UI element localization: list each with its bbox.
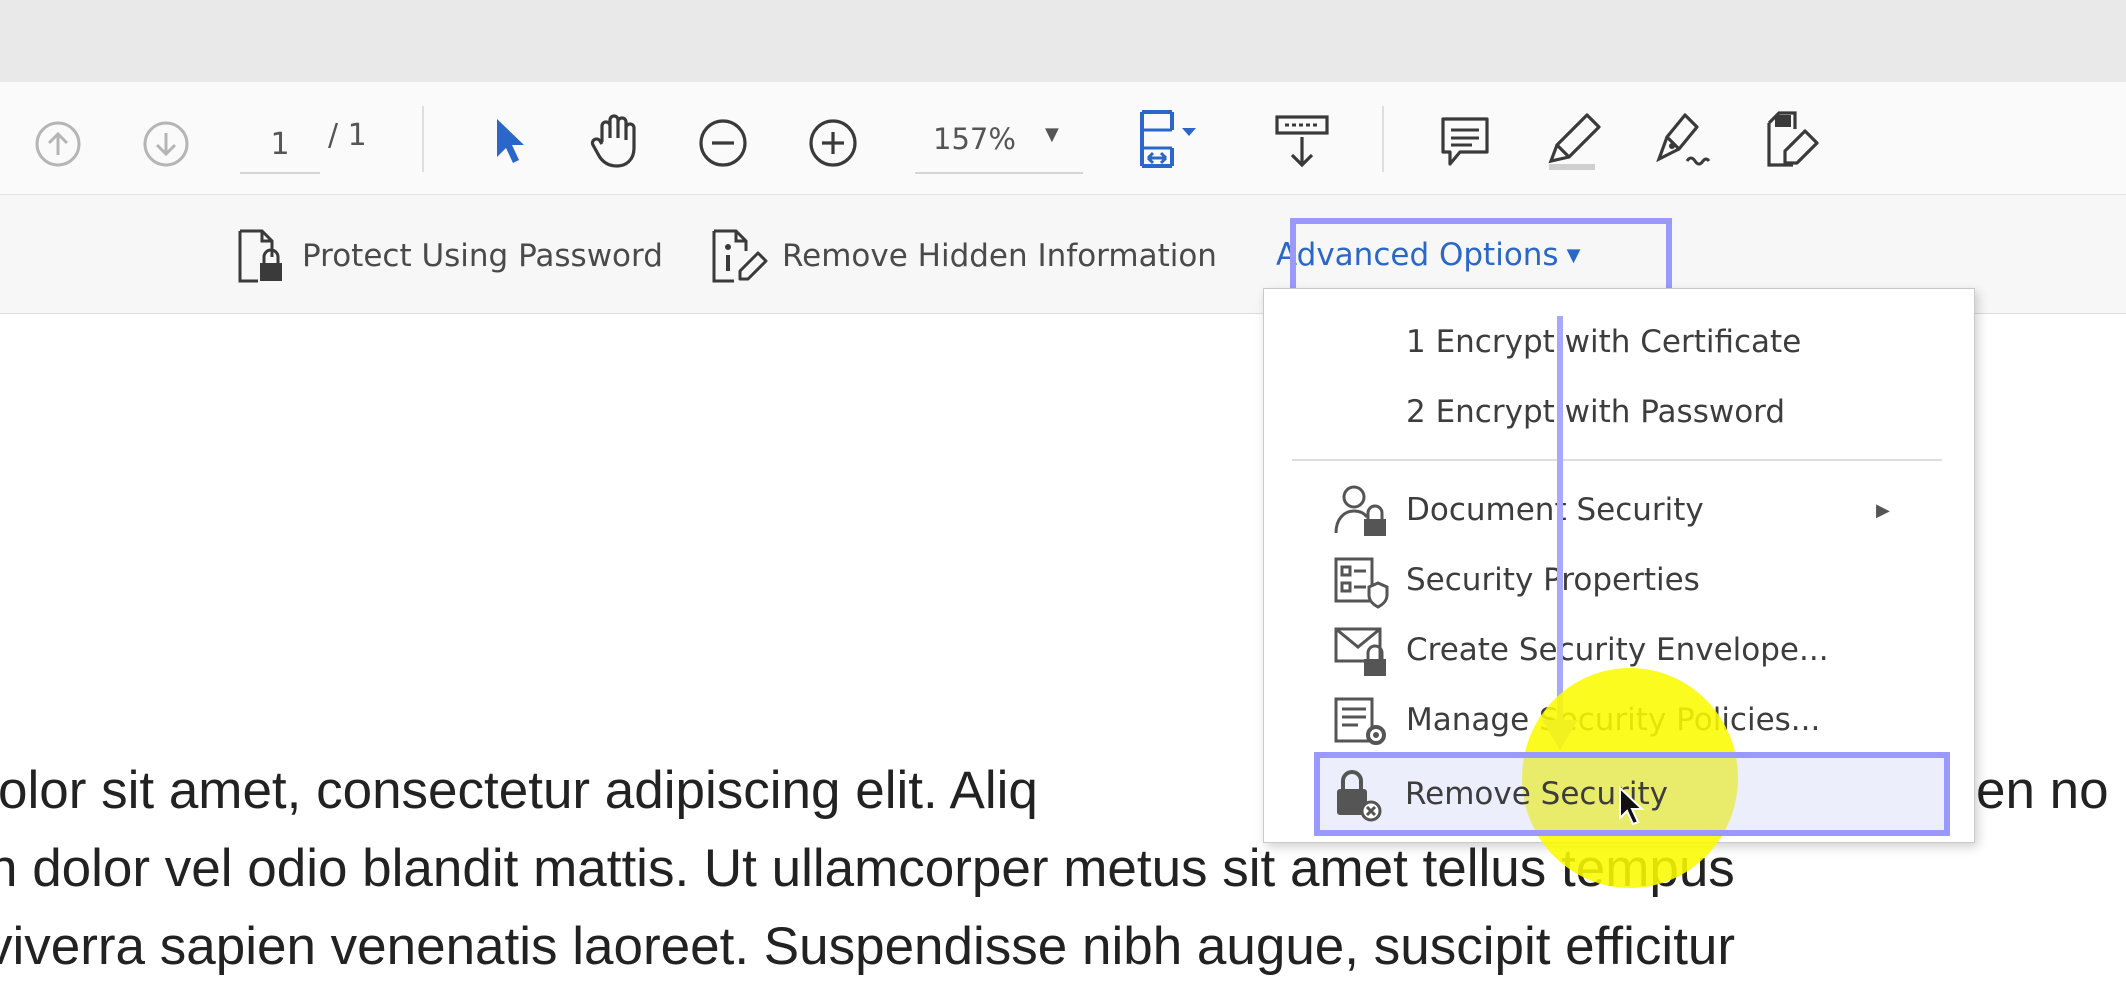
zoom-out-icon[interactable] [696, 116, 750, 170]
zoom-value: 157% [933, 122, 1016, 156]
next-page-icon[interactable] [140, 118, 192, 170]
envelope-lock-icon [1332, 623, 1392, 687]
annotation-highlight-advanced-options [1290, 218, 1672, 294]
protect-using-password-label: Protect Using Password [302, 238, 663, 274]
zoom-level-select[interactable]: 157% ▼ [915, 116, 1083, 174]
document-text-line: olor sit amet, consectetur adipiscing el… [0, 752, 1038, 830]
user-lock-icon [1332, 483, 1392, 547]
document-lock-icon [236, 227, 290, 285]
menu-item-document-security[interactable]: Document Security ▶ [1264, 475, 1974, 545]
menu-item-label: Security Properties [1406, 562, 1700, 598]
hand-tool-icon[interactable] [586, 110, 646, 172]
fit-page-icon[interactable] [1136, 108, 1216, 174]
scrolling-mode-icon[interactable] [1272, 110, 1332, 172]
toolbar-divider [422, 106, 424, 172]
document-info-icon [710, 227, 770, 285]
page-number-input[interactable]: 1 [240, 116, 320, 174]
menu-item-label: 1 Encrypt with Certificate [1406, 324, 1801, 360]
menu-divider [1292, 459, 1942, 461]
previous-page-icon[interactable] [32, 118, 84, 170]
highlight-pen-icon[interactable] [1544, 108, 1606, 174]
select-tool-icon[interactable] [482, 110, 536, 172]
menu-item-encrypt-password[interactable]: 2 Encrypt with Password [1264, 377, 1974, 447]
annotation-arrow [1557, 316, 1563, 726]
comment-icon[interactable] [1436, 112, 1494, 172]
menu-item-label: Create Security Envelope... [1406, 632, 1829, 668]
document-text-line: en no [1976, 752, 2109, 830]
protect-using-password-button[interactable]: Protect Using Password [236, 228, 663, 284]
policy-gear-icon [1332, 693, 1392, 757]
page-total: / 1 [328, 118, 367, 153]
menu-item-security-properties[interactable]: Security Properties [1264, 545, 1974, 615]
toolbar-divider [1382, 106, 1384, 172]
menu-item-encrypt-certificate[interactable]: 1 Encrypt with Certificate [1264, 307, 1974, 377]
chevron-down-icon: ▼ [1045, 124, 1059, 145]
lock-remove-icon [1331, 767, 1391, 831]
mouse-pointer-icon [1618, 786, 1646, 830]
menu-item-label: Document Security [1406, 492, 1704, 528]
protect-document-icon[interactable] [1760, 108, 1824, 174]
security-properties-icon [1332, 553, 1392, 617]
zoom-in-icon[interactable] [806, 116, 860, 170]
window-top-bar [0, 0, 2126, 82]
sign-icon[interactable] [1650, 108, 1716, 174]
menu-item-label: 2 Encrypt with Password [1406, 394, 1785, 430]
remove-hidden-information-button[interactable]: Remove Hidden Information [710, 228, 1217, 284]
remove-hidden-information-label: Remove Hidden Information [782, 238, 1217, 274]
submenu-arrow-icon: ▶ [1876, 500, 1890, 521]
document-text-line: viverra sapien venenatis laoreet. Suspen… [0, 908, 1735, 986]
